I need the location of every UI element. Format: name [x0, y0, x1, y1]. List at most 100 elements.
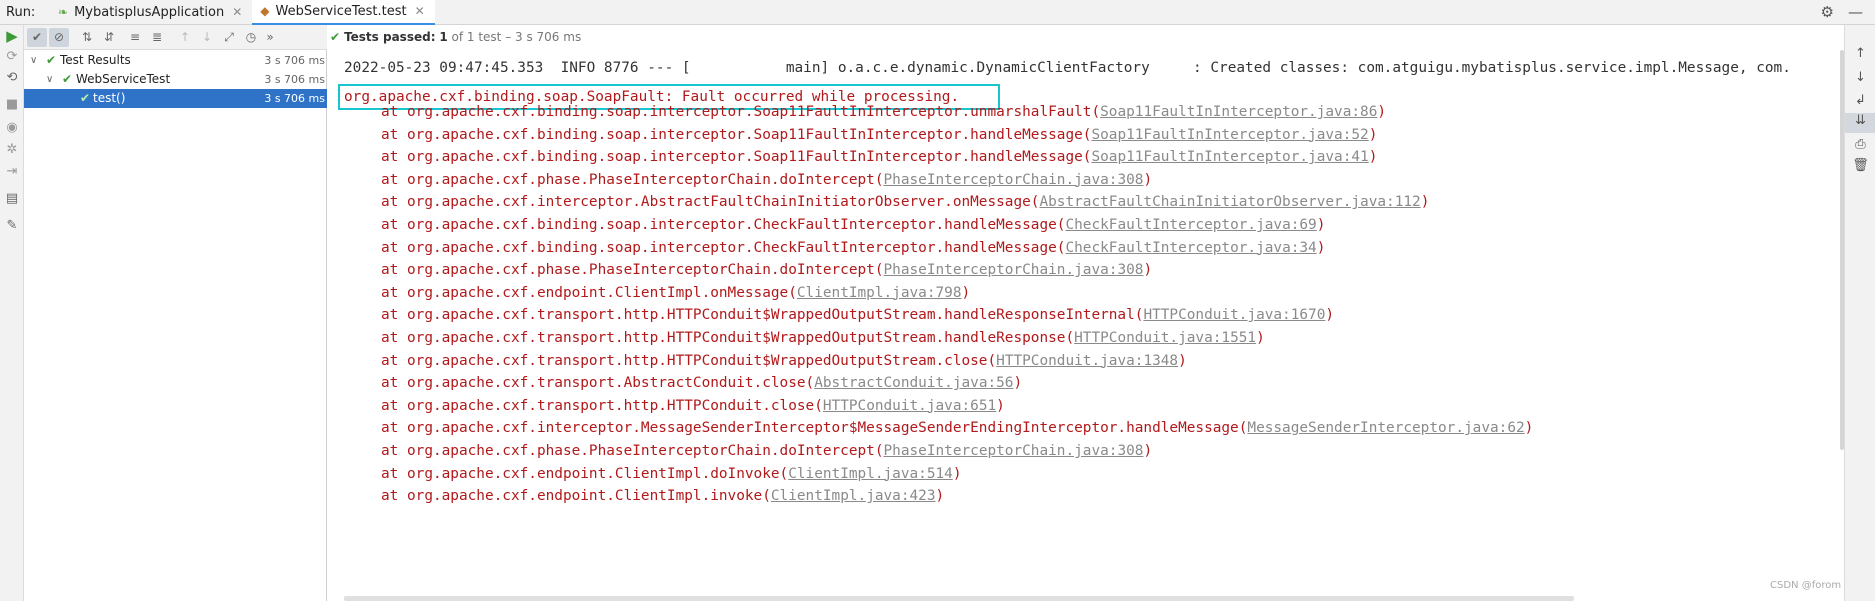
sort-alphabetically-icon[interactable]: ⇅ [77, 28, 97, 47]
source-link[interactable]: HTTPConduit.java:1551 [1074, 330, 1256, 346]
paren-close: ) [1420, 194, 1430, 211]
source-link[interactable]: Soap11FaultInInterceptor.java:41 [1091, 149, 1368, 165]
stack-frame-line: at org.apache.cxf.transport.AbstractCond… [381, 373, 1022, 393]
trash-icon[interactable]: 🗑 [1845, 158, 1875, 173]
test-tree-panel: ✔ ⊘ ⇅ ⇵ ≡ ≣ ↑ ↓ ⤢ ◷ » ∨ ✔ Test Results 3… [24, 25, 327, 601]
passed-check-icon: ✔ [80, 91, 91, 105]
run-left-toolbar: ▶ ⟳ ⟲ ■ ◉ ✲ ⇥ ▤ ✎ [0, 25, 24, 601]
export-icon[interactable]: ⤢ [219, 28, 239, 47]
source-link[interactable]: PhaseInterceptorChain.java:308 [884, 443, 1144, 459]
tree-item-webservicetest[interactable]: ∨ ✔ WebServiceTest 3 s 706 ms [24, 70, 327, 89]
paren-open: ( [1065, 330, 1075, 346]
stack-frame-method: at org.apache.cxf.binding.soap.intercept… [381, 149, 1083, 166]
console-right-toolbar: ↑ ↓ ↲ ⇊ ⎙ 🗑 [1844, 25, 1875, 601]
status-prefix: Tests passed: [344, 30, 436, 44]
stack-frame-line: at org.apache.cxf.binding.soap.intercept… [381, 215, 1325, 235]
tree-item-test-results[interactable]: ∨ ✔ Test Results 3 s 706 ms [24, 51, 327, 70]
next-failed-icon[interactable]: ↓ [197, 28, 217, 47]
layout-icon[interactable]: ▤ [0, 191, 24, 206]
scroll-to-end-icon[interactable]: ⇊ [1845, 113, 1875, 133]
stack-frame-method: at org.apache.cxf.interceptor.MessageSen… [381, 420, 1239, 437]
stack-frame-method: at org.apache.cxf.interceptor.AbstractFa… [381, 194, 1031, 211]
camera-icon[interactable]: ◉ [0, 120, 24, 135]
stack-frame-line: at org.apache.cxf.transport.http.HTTPCon… [381, 328, 1265, 348]
source-link[interactable]: MessageSenderInterceptor.java:62 [1247, 420, 1524, 436]
stack-frame-line: at org.apache.cxf.transport.http.HTTPCon… [381, 351, 1187, 371]
stack-frame-method: at org.apache.cxf.binding.soap.intercept… [381, 239, 1057, 256]
stack-frame-method: at org.apache.cxf.binding.soap.intercept… [381, 104, 1092, 120]
gear-icon[interactable]: ⚙ [1821, 3, 1834, 21]
show-ignored-icon[interactable]: ⊘ [49, 28, 69, 47]
paren-close: ) [1143, 262, 1153, 279]
source-link[interactable]: ClientImpl.java:514 [788, 466, 953, 482]
status-rest: of 1 test – 3 s 706 ms [451, 30, 582, 44]
tab-mybatisplus-application[interactable]: ❧ MybatisplusApplication ✕ [50, 0, 252, 25]
tree-item-test-method[interactable]: ✔ test() 3 s 706 ms [24, 89, 327, 108]
minus-icon[interactable]: — [1848, 3, 1863, 21]
arrow-down-icon[interactable]: ↓ [1845, 70, 1875, 85]
exit-icon[interactable]: ⇥ [0, 164, 24, 179]
source-link[interactable]: HTTPConduit.java:1670 [1143, 307, 1325, 323]
source-link[interactable]: HTTPConduit.java:651 [823, 398, 996, 414]
stack-frame-method: at org.apache.cxf.phase.PhaseInterceptor… [381, 262, 875, 279]
stack-frame-method: at org.apache.cxf.transport.AbstractCond… [381, 375, 806, 392]
paren-close: ) [952, 465, 962, 482]
rerun-failed-icon[interactable]: ⟳ [0, 49, 24, 64]
tab-webservicetest-test[interactable]: ◆ WebServiceTest.test ✕ [252, 0, 435, 25]
sort-by-duration-icon[interactable]: ⇵ [99, 28, 119, 47]
source-link[interactable]: Soap11FaultInInterceptor.java:86 [1100, 104, 1377, 120]
close-icon[interactable]: ✕ [415, 4, 425, 18]
paren-close: ) [996, 397, 1005, 414]
horizontal-scrollbar[interactable] [344, 596, 1574, 601]
source-link[interactable]: PhaseInterceptorChain.java:308 [884, 172, 1144, 188]
print-icon[interactable]: ⎙ [1845, 137, 1875, 152]
arrow-up-icon[interactable]: ↑ [1845, 46, 1875, 61]
source-link[interactable]: CheckFaultInterceptor.java:34 [1065, 240, 1316, 256]
source-link[interactable]: PhaseInterceptorChain.java:308 [884, 262, 1144, 278]
source-link[interactable]: CheckFaultInterceptor.java:69 [1065, 217, 1316, 233]
test-tree-toolbar: ✔ ⊘ ⇅ ⇵ ≡ ≣ ↑ ↓ ⤢ ◷ » [24, 25, 327, 50]
show-passed-icon[interactable]: ✔ [27, 28, 47, 47]
tab-label: WebServiceTest.test [275, 3, 407, 19]
paren-open: ( [814, 397, 823, 414]
status-count: 1 [439, 30, 448, 44]
toggle-auto-test-icon[interactable]: ⟲ [0, 70, 24, 85]
source-link[interactable]: AbstractFaultChainInitiatorObserver.java… [1039, 194, 1420, 210]
tab-label: MybatisplusApplication [74, 4, 225, 20]
collapse-all-icon[interactable]: ≣ [147, 28, 167, 47]
paren-open: ( [874, 262, 884, 279]
paren-close: ) [1368, 149, 1378, 166]
stack-frame-method: at org.apache.cxf.binding.soap.intercept… [381, 217, 1057, 233]
stack-frame-method: at org.apache.cxf.transport.http.HTTPCon… [381, 330, 1066, 346]
stop-icon[interactable]: ■ [0, 97, 24, 112]
stack-frame-line: at org.apache.cxf.endpoint.ClientImpl.on… [381, 283, 970, 303]
stack-frame-method: at org.apache.cxf.phase.PhaseInterceptor… [381, 171, 875, 188]
tree-item-duration: 3 s 706 ms [264, 73, 325, 86]
stack-frame-method: at org.apache.cxf.phase.PhaseInterceptor… [381, 443, 875, 459]
soft-wrap-icon[interactable]: ↲ [1845, 93, 1875, 108]
chevron-down-icon[interactable]: ∨ [46, 70, 53, 89]
source-link[interactable]: HTTPConduit.java:1348 [996, 353, 1178, 369]
close-icon[interactable]: ✕ [232, 5, 242, 19]
more-icon[interactable]: » [260, 28, 280, 47]
stack-frame-method: at org.apache.cxf.endpoint.ClientImpl.on… [381, 284, 789, 301]
paren-close: ) [1368, 126, 1378, 143]
stack-frame-line: at org.apache.cxf.binding.soap.intercept… [381, 125, 1377, 145]
source-link[interactable]: ClientImpl.java:423 [771, 488, 936, 504]
source-link[interactable]: ClientImpl.java:798 [797, 285, 962, 301]
history-icon[interactable]: ◷ [241, 28, 261, 47]
pin-icon[interactable]: ✎ [0, 218, 24, 233]
chevron-down-icon[interactable]: ∨ [30, 51, 37, 70]
previous-failed-icon[interactable]: ↑ [175, 28, 195, 47]
source-link[interactable]: Soap11FaultInInterceptor.java:52 [1091, 127, 1368, 143]
console-output[interactable]: 2022-05-23 09:47:45.353 INFO 8776 --- [ … [328, 50, 1844, 601]
tree-item-label: Test Results [60, 53, 131, 67]
settings-icon[interactable]: ✲ [0, 142, 24, 157]
expand-all-icon[interactable]: ≡ [125, 28, 145, 47]
test-run-icon: ◆ [260, 4, 270, 18]
stack-frame-line: at org.apache.cxf.endpoint.ClientImpl.do… [381, 464, 962, 484]
rerun-icon[interactable]: ▶ [0, 27, 24, 45]
paren-open: ( [788, 284, 797, 301]
tree-item-label: WebServiceTest [76, 72, 171, 86]
source-link[interactable]: AbstractConduit.java:56 [814, 375, 1013, 391]
